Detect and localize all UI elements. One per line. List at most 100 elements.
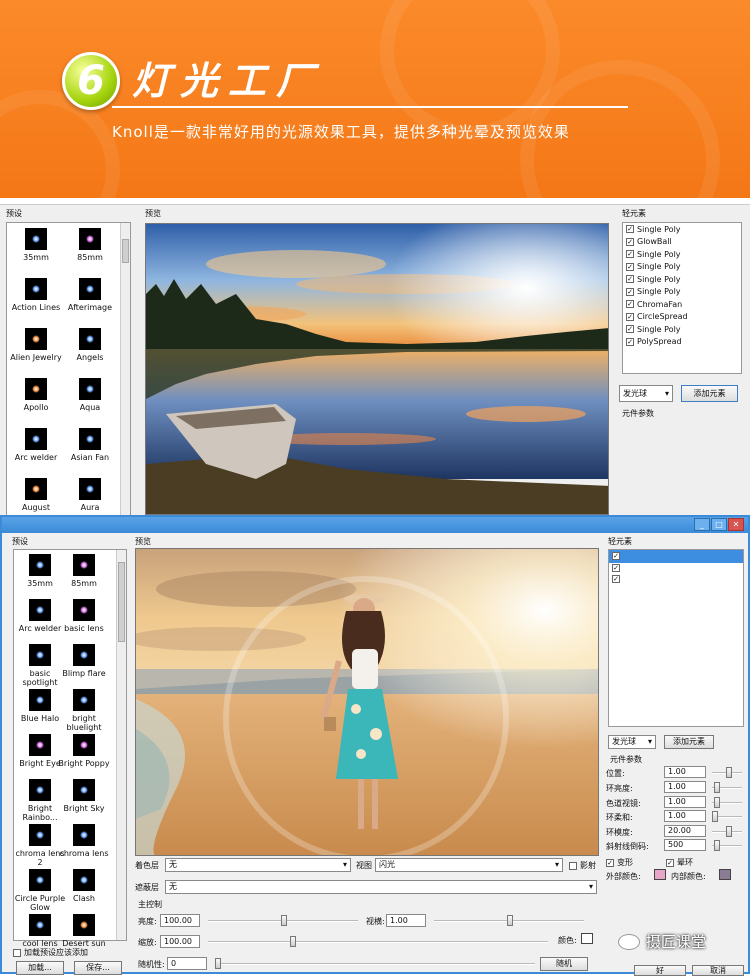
element-type-select[interactable]: 发光球 (608, 735, 656, 749)
param-input[interactable]: 1.00 (664, 810, 706, 822)
element-checkbox[interactable]: ✓ (626, 275, 634, 284)
preset-list[interactable]: 35mm 85mm Action Lines Afterimage Alien … (6, 222, 131, 517)
element-checkbox[interactable]: ✓ (626, 225, 634, 234)
slider-thumb[interactable] (215, 958, 221, 969)
param-input[interactable]: 1.00 (664, 781, 706, 793)
slider-thumb[interactable] (281, 915, 287, 926)
scroll-thumb[interactable] (122, 239, 129, 263)
param-slider[interactable] (712, 826, 742, 837)
element-item[interactable]: ✓ (609, 563, 743, 574)
element-item[interactable]: ✓ GlowBall (623, 236, 741, 249)
preview-image-beach[interactable] (135, 548, 599, 856)
param-input[interactable]: 20.00 (664, 825, 706, 837)
view-option[interactable]: 影射 (569, 860, 596, 871)
slider-thumb[interactable] (712, 811, 718, 822)
preset-item[interactable]: Aqua (64, 378, 116, 412)
aspect-slider[interactable] (434, 915, 584, 926)
element-checkbox[interactable]: ✓ (612, 552, 620, 561)
main-color-swatch[interactable] (581, 933, 593, 944)
aspect-input[interactable]: 1.00 (386, 914, 426, 927)
element-checkbox[interactable]: ✓ (626, 300, 634, 309)
maximize-icon[interactable]: □ (711, 518, 727, 531)
add-element-button[interactable]: 添加元素 (664, 735, 714, 749)
preset-item[interactable]: Clash (58, 869, 110, 903)
slider-thumb[interactable] (507, 915, 513, 926)
inner-color-swatch[interactable] (719, 869, 731, 880)
element-item[interactable]: ✓ Single Poly (623, 273, 741, 286)
preset-item[interactable]: bright bluelight (58, 689, 110, 732)
element-checkbox[interactable]: ✓ (626, 312, 634, 321)
random-button[interactable]: 随机 (540, 957, 588, 971)
slider-thumb[interactable] (714, 782, 720, 793)
element-checkbox[interactable]: ✓ (626, 337, 634, 346)
scroll-thumb[interactable] (118, 562, 125, 642)
element-checkbox[interactable]: ✓ (626, 250, 634, 259)
element-item[interactable]: ✓ CircleSpread (623, 311, 741, 324)
transform-checkbox[interactable]: ✓ (606, 858, 614, 867)
save-button[interactable]: 保存... (74, 961, 122, 975)
add-element-button[interactable]: 添加元素 (681, 385, 738, 402)
slider-thumb[interactable] (714, 797, 720, 808)
slider-thumb[interactable] (726, 826, 732, 837)
preset-item[interactable]: Apollo (10, 378, 62, 412)
preset-item[interactable]: Bright Sky (58, 779, 110, 813)
param-slider[interactable] (712, 767, 742, 778)
minimize-icon[interactable]: _ (694, 518, 710, 531)
ring-option[interactable]: ✓ 晕环 (666, 857, 693, 868)
preset-item[interactable]: Afterimage (64, 278, 116, 312)
preset-item[interactable]: basic lens (58, 599, 110, 633)
element-item[interactable]: ✓ Single Poly (623, 323, 741, 336)
element-item[interactable]: ✓ Single Poly (623, 286, 741, 299)
preset-item[interactable]: chroma lens (58, 824, 110, 858)
element-item-selected[interactable]: ✓ (609, 550, 743, 563)
element-type-select[interactable]: 发光球 (619, 385, 673, 402)
element-item[interactable]: ✓ Single Poly (623, 261, 741, 274)
preset-item[interactable]: Blimp flare (58, 644, 110, 678)
preset-item[interactable]: Alien Jewelry (10, 328, 62, 362)
slider-thumb[interactable] (726, 767, 732, 778)
element-list[interactable]: ✓ Single Poly ✓ GlowBall ✓ Single Poly ✓ Sin… (622, 222, 742, 374)
param-input[interactable]: 1.00 (664, 766, 706, 778)
preset-item[interactable]: 35mm (10, 228, 62, 262)
element-item[interactable]: ✓ Single Poly (623, 223, 741, 236)
element-checkbox[interactable]: ✓ (626, 287, 634, 296)
element-checkbox[interactable]: ✓ (626, 237, 634, 246)
preset-item[interactable]: Aura (64, 478, 116, 512)
element-checkbox[interactable]: ✓ (612, 564, 620, 572)
preset-item[interactable]: Arc welder (10, 428, 62, 462)
element-checkbox[interactable]: ✓ (626, 325, 634, 334)
preview-image-lake[interactable] (145, 223, 609, 515)
preset-item[interactable]: Bright Poppy (58, 734, 110, 768)
param-input[interactable]: 500 (664, 839, 706, 851)
occlude-layer-select[interactable]: 无 (165, 880, 597, 894)
ok-button[interactable]: 好 (634, 965, 686, 976)
element-list[interactable]: ✓ ✓ ✓ (608, 549, 744, 727)
ring-checkbox[interactable]: ✓ (666, 858, 674, 867)
element-item[interactable]: ✓ Single Poly (623, 248, 741, 261)
preset-item[interactable]: Angels (64, 328, 116, 362)
load-preset-option[interactable]: 加载预设应该添加 (13, 947, 88, 958)
element-checkbox[interactable]: ✓ (612, 575, 620, 583)
param-input[interactable]: 1.00 (664, 796, 706, 808)
preset-item[interactable]: Action Lines (10, 278, 62, 312)
element-item[interactable]: ✓ (609, 574, 743, 585)
preset-item[interactable]: August (10, 478, 62, 512)
random-slider[interactable] (215, 958, 535, 969)
preset-item[interactable]: Asian Fan (64, 428, 116, 462)
param-slider[interactable] (712, 840, 742, 851)
element-checkbox[interactable]: ✓ (626, 262, 634, 271)
brightness-slider[interactable] (208, 915, 358, 926)
close-icon[interactable]: ✕ (728, 518, 744, 531)
cancel-button[interactable]: 取消 (692, 965, 744, 976)
param-slider[interactable] (712, 811, 742, 822)
preset-item[interactable]: Desert sun (58, 914, 110, 948)
element-item[interactable]: ✓ ChromaFan (623, 298, 741, 311)
preset-item[interactable]: 85mm (64, 228, 116, 262)
mask-layer-select[interactable]: 无 (165, 858, 351, 872)
view-checkbox[interactable] (569, 861, 577, 870)
preset-list[interactable]: 35mm 85mm Arc welder basic lens basic sp… (13, 549, 127, 948)
param-slider[interactable] (712, 782, 742, 793)
view-select[interactable]: 闪光 (375, 858, 563, 872)
slider-thumb[interactable] (290, 936, 296, 947)
element-item[interactable]: ✓ PolySpread (623, 336, 741, 349)
